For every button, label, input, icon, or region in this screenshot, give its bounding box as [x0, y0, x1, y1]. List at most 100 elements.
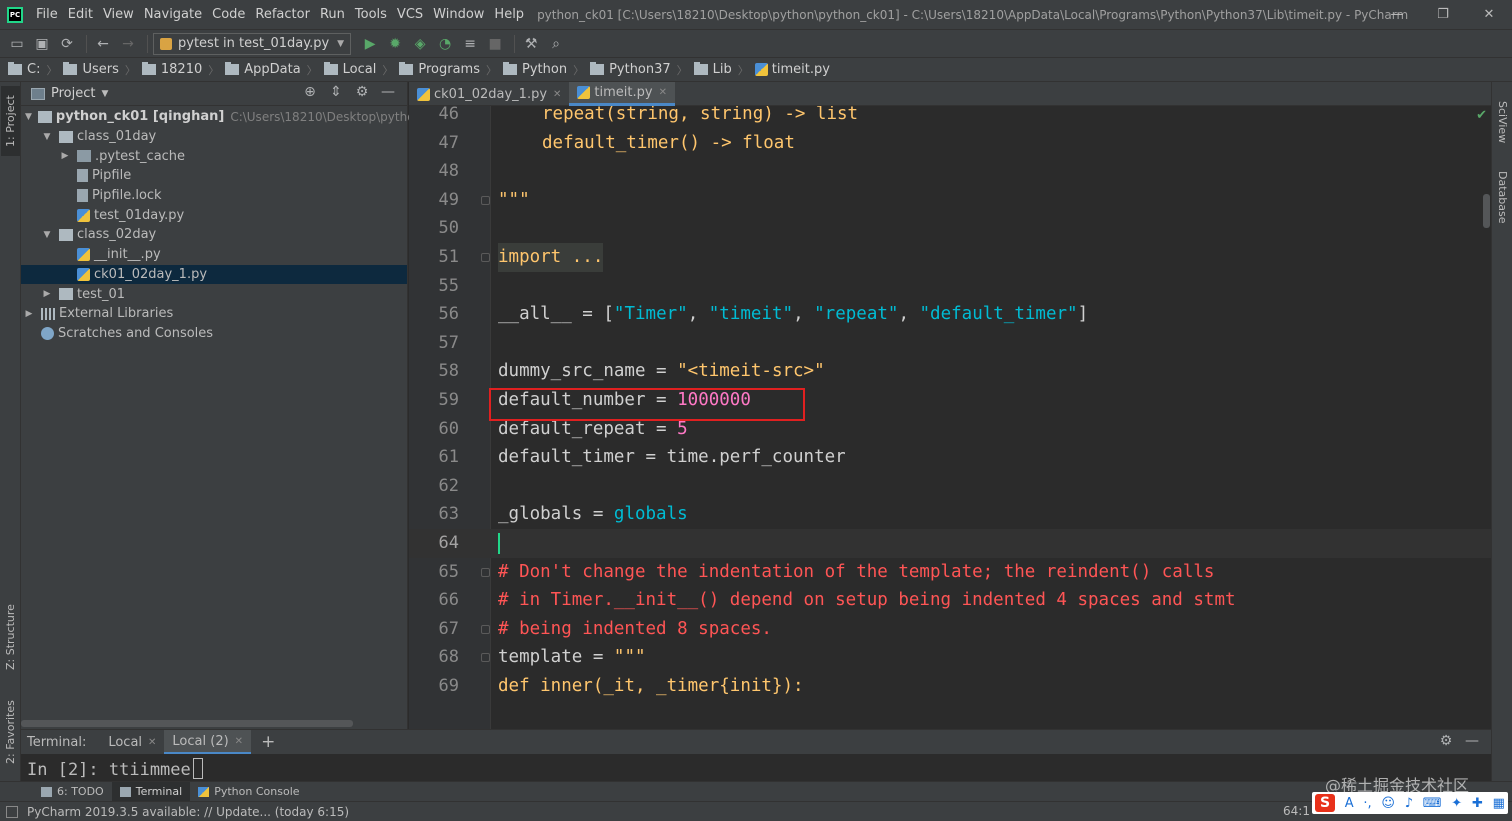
menu-help[interactable]: Help [489, 7, 529, 22]
menu-run[interactable]: Run [315, 7, 350, 22]
close-icon[interactable]: ✕ [235, 736, 243, 747]
forward-arrow-icon[interactable]: → [117, 33, 139, 55]
ime-skin-icon[interactable]: ✚ [1472, 796, 1483, 811]
chevron-down-icon[interactable]: ▼ [41, 132, 53, 142]
horizontal-scrollbar[interactable] [21, 720, 353, 727]
tree-item-project-root[interactable]: ▼ python_ck01 [qinghan] C:\Users\18210\D… [21, 107, 441, 127]
tree-item-scratches[interactable]: Scratches and Consoles [21, 324, 407, 344]
chevron-down-icon[interactable]: ▼ [25, 112, 32, 122]
tree-item-test-01day[interactable]: test_01day.py [21, 205, 407, 225]
caret-position[interactable]: 64:1 [1283, 804, 1310, 818]
ime-language-icon[interactable]: A [1345, 796, 1354, 811]
breadcrumb-item[interactable]: timeit.py [754, 62, 830, 77]
tool-tab-database[interactable]: Database [1493, 164, 1512, 230]
chevron-right-icon[interactable]: ▶ [23, 309, 35, 319]
ime-voice-icon[interactable]: ♪ [1405, 796, 1413, 811]
gear-icon[interactable]: ⚙ [1433, 733, 1459, 749]
tool-tab-python-console[interactable]: Python Console [190, 782, 307, 802]
close-icon[interactable]: ✕ [659, 87, 667, 98]
run-configuration-select[interactable]: pytest in test_01day.py ▼ [153, 32, 352, 55]
tree-item-external-libraries[interactable]: ▶ External Libraries [21, 304, 407, 324]
breadcrumb-item[interactable]: Python [503, 62, 567, 77]
breadcrumb-item[interactable]: Python37 [590, 62, 671, 77]
menu-edit[interactable]: Edit [63, 7, 98, 22]
stop-icon[interactable]: ■ [484, 33, 506, 55]
tool-tab-project[interactable]: 1: Project [1, 86, 20, 156]
restore-button[interactable]: ❐ [1420, 0, 1466, 29]
tree-item-init[interactable]: __init__.py [21, 245, 407, 265]
save-all-icon[interactable]: ▣ [31, 33, 53, 55]
editor-tab-ck01-02day-1[interactable]: ck01_02day_1.py ✕ [409, 82, 569, 106]
open-folder-icon[interactable]: ▭ [6, 33, 28, 55]
menu-view[interactable]: View [98, 7, 139, 22]
fold-marker-icon[interactable] [481, 624, 490, 634]
tree-item-class-02day[interactable]: ▼ class_02day [21, 225, 407, 245]
hide-icon[interactable]: — [375, 84, 401, 100]
tree-item-pytest-cache[interactable]: ▶ .pytest_cache [21, 146, 407, 166]
tool-tab-favorites[interactable]: 2: Favorites [1, 692, 20, 772]
tree-item-ck01-02day-1[interactable]: ck01_02day_1.py [21, 264, 407, 285]
breadcrumb-item[interactable]: Local [323, 62, 376, 77]
fold-marker-icon[interactable] [481, 195, 490, 205]
debug-icon[interactable]: ✹ [384, 33, 406, 55]
close-icon[interactable]: ✕ [148, 737, 156, 748]
tree-item-pipfile-lock[interactable]: Pipfile.lock [21, 186, 407, 206]
code-text[interactable]: import ... [498, 243, 604, 272]
breadcrumb-item[interactable]: Programs [399, 62, 480, 77]
fold-marker-icon[interactable] [481, 253, 490, 262]
breadcrumb-item[interactable]: C: [8, 62, 40, 77]
wrench-icon[interactable]: ⚒ [520, 33, 542, 55]
menu-tools[interactable]: Tools [350, 7, 392, 22]
terminal-output[interactable]: In [2]: ttiimmee [27, 758, 203, 780]
ime-tools-icon[interactable]: ✦ [1451, 796, 1462, 811]
chevron-right-icon[interactable]: ▶ [41, 289, 53, 299]
hide-icon[interactable]: — [1459, 733, 1485, 749]
ime-menu-icon[interactable]: ▦ [1493, 796, 1505, 811]
chevron-down-icon[interactable]: ▼ [101, 89, 108, 99]
ime-keyboard-icon[interactable]: ⌨ [1423, 796, 1442, 811]
coverage-icon[interactable]: ◈ [409, 33, 431, 55]
fold-marker-icon[interactable] [481, 567, 490, 577]
project-panel-title[interactable]: Project [51, 86, 95, 101]
fold-marker-icon[interactable] [481, 653, 490, 663]
menu-code[interactable]: Code [207, 7, 250, 22]
status-message[interactable]: PyCharm 2019.3.5 available: // Update...… [27, 805, 349, 819]
gear-icon[interactable]: ⚙ [349, 84, 375, 100]
code-editor[interactable]: ✔ 46 repeat(string, string) -> list 47 d… [409, 106, 1491, 729]
menu-file[interactable]: File [31, 7, 63, 22]
ime-punctuation-icon[interactable]: ·, [1363, 796, 1371, 811]
minimize-button[interactable]: — [1374, 0, 1420, 29]
collapse-all-icon[interactable]: ⇕ [323, 84, 349, 100]
event-log-icon[interactable] [6, 805, 18, 818]
menu-vcs[interactable]: VCS [392, 7, 428, 22]
new-terminal-plus-icon[interactable]: + [261, 732, 275, 752]
breadcrumb-item[interactable]: Users [63, 62, 119, 77]
menu-window[interactable]: Window [428, 7, 489, 22]
close-window-button[interactable]: ✕ [1466, 0, 1512, 29]
tool-tab-terminal[interactable]: Terminal [111, 781, 191, 802]
search-icon[interactable]: ⌕ [545, 33, 567, 55]
breadcrumb-item[interactable]: 18210 [141, 62, 202, 77]
breadcrumb-item[interactable]: Lib [693, 62, 732, 77]
tree-item-class-01day[interactable]: ▼ class_01day [21, 127, 407, 147]
profile-icon[interactable]: ◔ [434, 33, 456, 55]
chevron-down-icon[interactable]: ▼ [41, 230, 53, 240]
run-icon[interactable]: ▶ [359, 33, 381, 55]
tool-tab-todo[interactable]: 6: TODO [33, 782, 112, 802]
menu-navigate[interactable]: Navigate [139, 7, 207, 22]
terminal-tab-local-2[interactable]: Local (2) ✕ [164, 730, 252, 754]
terminal-tab-local[interactable]: Local ✕ [100, 730, 164, 754]
tree-item-pipfile[interactable]: Pipfile [21, 166, 407, 186]
chevron-right-icon[interactable]: ▶ [59, 151, 71, 161]
menu-refactor[interactable]: Refactor [250, 7, 315, 22]
tree-item-test-01[interactable]: ▶ test_01 [21, 284, 407, 304]
breadcrumb-item[interactable]: AppData [225, 62, 301, 77]
locate-icon[interactable]: ⊕ [297, 84, 323, 100]
tool-tab-structure[interactable]: Z: Structure [1, 597, 20, 677]
ime-emoji-icon[interactable]: ☺ [1381, 796, 1395, 811]
concurrency-icon[interactable]: ≡ [459, 33, 481, 55]
tool-tab-sciview[interactable]: SciView [1493, 92, 1512, 152]
sync-icon[interactable]: ⟳ [56, 33, 78, 55]
back-arrow-icon[interactable]: ← [92, 33, 114, 55]
close-icon[interactable]: ✕ [553, 89, 561, 100]
